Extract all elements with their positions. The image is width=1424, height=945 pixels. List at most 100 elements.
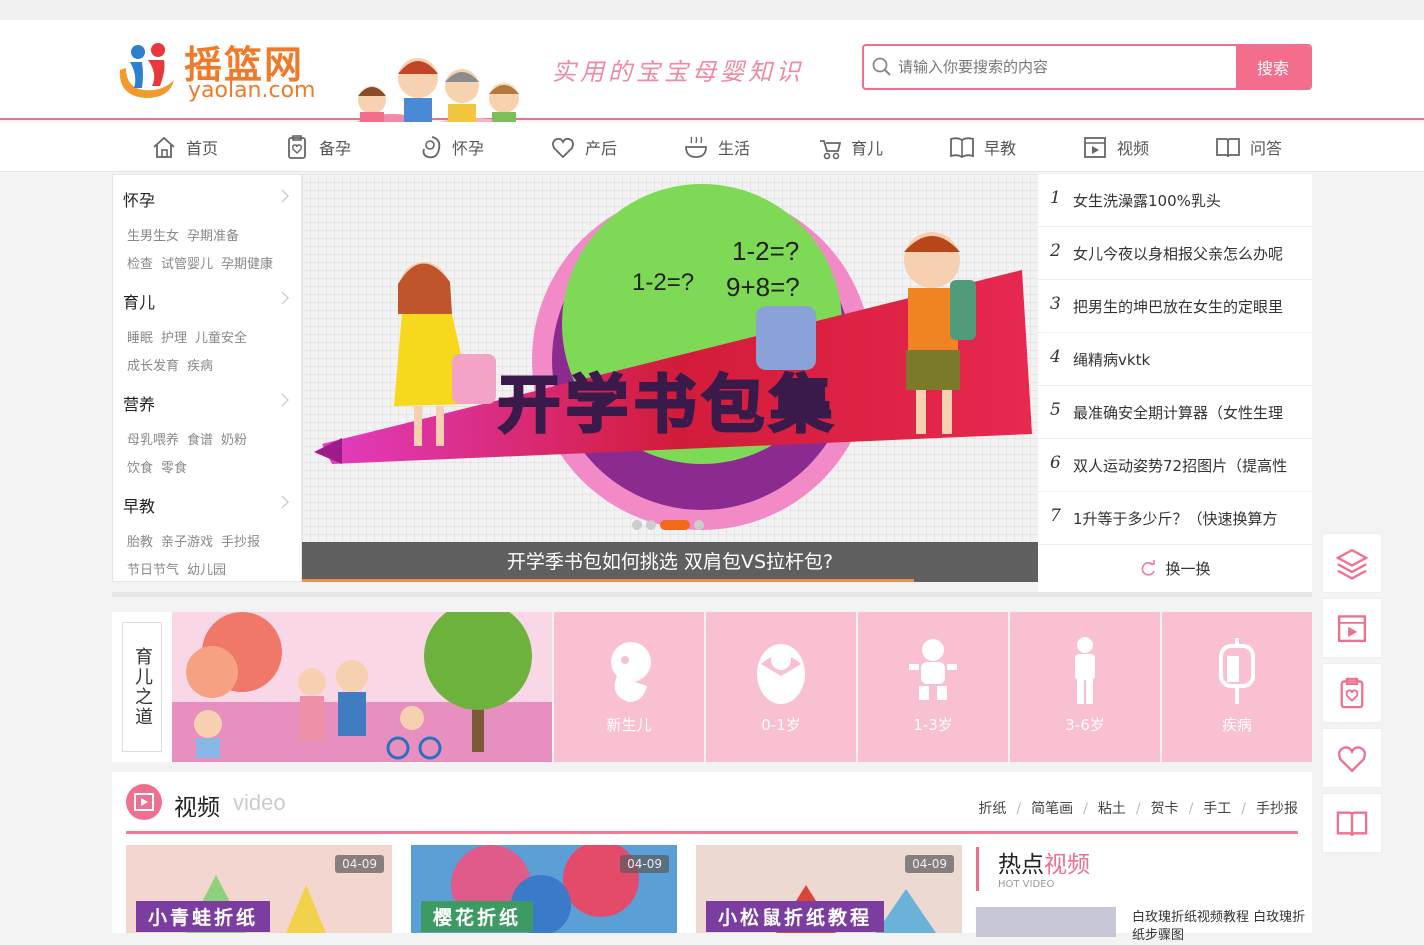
sidebar-link[interactable]: 节日节气 (127, 563, 179, 578)
hot-list-item[interactable]: 1 女生洗澡露100%乳头 (1038, 174, 1312, 227)
nav-item-4[interactable]: 生活 (682, 122, 750, 172)
search-button[interactable]: 搜索 (1236, 46, 1310, 88)
sidebar-link-row: 成长发育 疾病 (127, 355, 221, 374)
sidebar-link[interactable]: 奶粉 (221, 433, 247, 448)
hot-list-text: 女儿今夜以身相报父亲怎么办呢 (1073, 245, 1284, 263)
video-tag[interactable]: 简笔画 (1031, 801, 1073, 817)
site-logo[interactable]: 摇篮网 yaolan.com (112, 34, 327, 104)
sidebar-link[interactable]: 饮食 (127, 461, 153, 476)
age-tile[interactable]: 1-3岁 (858, 612, 1008, 762)
logo-en: yaolan.com (188, 78, 316, 103)
nav-item-6[interactable]: 早教 (948, 122, 1016, 172)
swap-button[interactable]: 换一换 (1038, 544, 1312, 594)
age-tile[interactable]: 疾病 (1162, 612, 1312, 762)
sidebar-link[interactable]: 成长发育 (127, 359, 179, 374)
nav-item-3[interactable]: 产后 (549, 122, 617, 172)
hero-carousel[interactable]: 1-2=? 1-2=? 9+8=? 开学书包集 开学季书包如何挑选 双肩包VS拉… (302, 174, 1038, 582)
sidebar-group-title[interactable]: 早教 (123, 493, 155, 517)
sidebar-group-title[interactable]: 育儿 (123, 289, 155, 313)
carousel-dot[interactable] (694, 520, 704, 530)
video-card[interactable]: 04-09 小青蛙折纸 (126, 845, 392, 933)
banner-eq2: 1-2=? (632, 269, 694, 296)
hot-list-item[interactable]: 6 双人运动姿势72招图片（提高性 (1038, 439, 1312, 492)
nav-item-label: 视频 (1117, 139, 1150, 158)
fetus-icon (611, 642, 651, 702)
sidebar-link[interactable]: 幼儿园 (187, 563, 226, 578)
sidebar-link[interactable]: 胎教 (127, 535, 153, 550)
video-date: 04-09 (905, 855, 954, 873)
sidebar-link[interactable]: 食谱 (187, 433, 213, 448)
sidebar-link[interactable]: 孕期准备 (187, 229, 239, 244)
hot-list-item[interactable]: 7 1升等于多少斤？（快速换算方 (1038, 492, 1312, 545)
video-tag[interactable]: 粘土 (1098, 801, 1126, 817)
main-nav: 首页 备孕 怀孕 产后 生活 育儿 早教 视频 问答 (0, 122, 1424, 172)
hot-list-rank: 7 (1050, 506, 1061, 526)
hot-video-desc[interactable]: 白玫瑰折纸视频教程 白玫瑰折纸步骤图 (1132, 909, 1306, 945)
nav-item-5[interactable]: 育儿 (815, 122, 883, 172)
sidebar-link[interactable]: 试管婴儿 (161, 257, 213, 272)
hot-video-accent (976, 847, 979, 891)
hot-list-item[interactable]: 4 绳精病vktk (1038, 333, 1312, 386)
nav-item-2[interactable]: 怀孕 (416, 122, 484, 172)
open-book-icon (1216, 138, 1240, 158)
divider (112, 592, 1312, 597)
video-tags: 折纸 / 简笔画 / 粘土 / 贺卡 / 手工 / 手抄报 (968, 798, 1298, 818)
sidebar-link[interactable]: 亲子游戏 (161, 535, 213, 550)
sidebar-link[interactable]: 护理 (161, 331, 187, 346)
swaddled-baby-icon (757, 644, 805, 704)
nav-item-0[interactable]: 首页 (150, 122, 218, 172)
age-tile[interactable]: 新生儿 (554, 612, 704, 762)
sidebar-link[interactable]: 零食 (161, 461, 187, 476)
hot-list-text: 把男生的坤巴放在女生的定眼里 (1073, 298, 1284, 316)
carousel-dot[interactable] (632, 520, 642, 530)
tag-separator: / (1016, 801, 1022, 817)
rail-button[interactable] (1322, 533, 1382, 593)
video-card[interactable]: 04-09 樱花折纸 (411, 845, 677, 933)
book-icon (950, 137, 974, 159)
video-card[interactable]: 04-09 小松鼠折纸教程 (696, 845, 962, 933)
rail-button[interactable] (1322, 598, 1382, 658)
video-card-title: 小松鼠折纸教程 (706, 901, 885, 932)
sidebar-group-title[interactable]: 怀孕 (123, 187, 155, 211)
clipboard-heart-icon (1340, 677, 1364, 709)
nav-item-label: 首页 (186, 139, 219, 158)
video-tag[interactable]: 手工 (1203, 801, 1231, 817)
video-tag[interactable]: 贺卡 (1151, 801, 1179, 817)
banner-caption[interactable]: 开学季书包如何挑选 双肩包VS拉杆包? (302, 542, 1038, 582)
sidebar-link[interactable]: 生男生女 (127, 229, 179, 244)
search-input[interactable] (898, 46, 1228, 88)
sidebar-link[interactable]: 儿童安全 (195, 331, 247, 346)
nav-item-7[interactable]: 视频 (1081, 122, 1149, 172)
sidebar-link[interactable]: 检查 (127, 257, 153, 272)
video-tag[interactable]: 折纸 (978, 801, 1006, 817)
sidebar-link[interactable]: 睡眠 (127, 331, 153, 346)
sidebar-link[interactable]: 疾病 (187, 359, 213, 374)
age-tile[interactable]: 3-6岁 (1010, 612, 1160, 762)
video-card-title: 小青蛙折纸 (136, 901, 271, 932)
carousel-dot[interactable] (646, 520, 656, 530)
age-tile[interactable]: 0-1岁 (706, 612, 856, 762)
hot-list-item[interactable]: 5 最准确安全期计算器（女性生理 (1038, 386, 1312, 439)
parenting-image[interactable] (172, 612, 552, 762)
rail-button[interactable] (1322, 663, 1382, 723)
sidebar-group: 怀孕生男生女 孕期准备检查 试管婴儿 孕期健康 (113, 175, 301, 277)
home-icon (153, 136, 175, 158)
sidebar-link[interactable]: 母乳喂养 (127, 433, 179, 448)
sidebar-link[interactable]: 孕期健康 (221, 257, 273, 272)
hot-list-item[interactable]: 3 把男生的坤巴放在女生的定眼里 (1038, 280, 1312, 333)
sidebar-group-title[interactable]: 营养 (123, 391, 155, 415)
rail-button[interactable] (1322, 793, 1382, 853)
video-icon (1337, 615, 1367, 643)
carousel-dot[interactable] (660, 520, 690, 530)
rail-button[interactable] (1322, 728, 1382, 788)
hot-list-item[interactable]: 2 女儿今夜以身相报父亲怎么办呢 (1038, 227, 1312, 280)
video-title: 视频 (174, 795, 220, 821)
sidebar-link[interactable]: 手抄报 (221, 535, 260, 550)
video-header: 视频 video 折纸 / 简笔画 / 粘土 / 贺卡 / 手工 / 手抄报 (126, 782, 1298, 834)
nav-item-8[interactable]: 问答 (1214, 122, 1282, 172)
carousel-dots[interactable] (632, 520, 704, 530)
nav-item-label: 怀孕 (452, 139, 485, 158)
video-tag[interactable]: 手抄报 (1256, 801, 1298, 817)
hot-list-rank: 4 (1050, 347, 1061, 367)
nav-item-1[interactable]: 备孕 (283, 122, 351, 172)
